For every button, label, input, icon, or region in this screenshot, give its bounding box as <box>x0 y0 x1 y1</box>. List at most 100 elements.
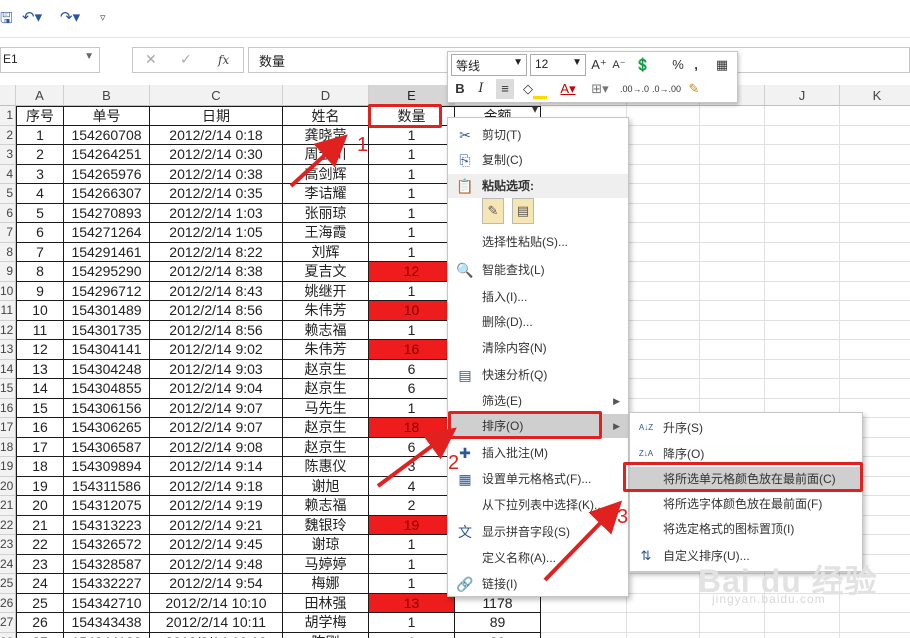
context-menu-item[interactable]: ✚ 插入批注(M) <box>448 441 628 465</box>
empty-cell[interactable] <box>765 320 840 340</box>
table-cell[interactable]: 18 <box>16 457 64 477</box>
table-cell[interactable]: 27 <box>16 632 64 638</box>
context-menu-item[interactable]: 🔗 链接(I) <box>448 572 628 596</box>
table-cell[interactable]: 胡学梅 <box>283 613 369 633</box>
context-menu-item[interactable]: 筛选(E) ▶ <box>448 389 628 413</box>
table-cell[interactable]: 1 <box>369 398 455 418</box>
paste-values-icon[interactable]: ▤ <box>512 198 534 224</box>
empty-cell[interactable] <box>840 106 910 126</box>
table-cell[interactable]: 154304248 <box>64 359 150 379</box>
table-cell[interactable]: 1 <box>369 203 455 223</box>
row-header[interactable]: 7 <box>0 223 16 243</box>
empty-cell[interactable] <box>840 340 910 360</box>
table-cell[interactable]: 1 <box>369 320 455 340</box>
table-cell[interactable]: 154343438 <box>64 613 150 633</box>
row-header[interactable]: 27 <box>0 613 16 633</box>
empty-cell[interactable] <box>700 320 765 340</box>
comma-button[interactable]: , <box>690 55 702 75</box>
row-header[interactable]: 3 <box>0 145 16 165</box>
empty-cell[interactable] <box>627 574 700 594</box>
table-cell[interactable]: 2012/2/14 9:04 <box>150 379 283 399</box>
table-cell[interactable]: 154309894 <box>64 457 150 477</box>
table-cell[interactable]: 15 <box>16 398 64 418</box>
table-cell[interactable]: 陈刚 <box>283 632 369 638</box>
table-cell[interactable]: 2012/2/14 9:19 <box>150 496 283 516</box>
table-cell[interactable]: 154270893 <box>64 203 150 223</box>
table-cell[interactable]: 张丽琼 <box>283 203 369 223</box>
empty-cell[interactable] <box>627 281 700 301</box>
table-cell[interactable]: 2012/2/14 8:56 <box>150 301 283 321</box>
table-cell[interactable]: 13 <box>369 593 455 613</box>
table-cell[interactable]: 8 <box>16 262 64 282</box>
table-cell[interactable]: 26 <box>16 613 64 633</box>
table-cell[interactable]: 19 <box>16 476 64 496</box>
context-menu-item[interactable]: 定义名称(A)... <box>448 546 628 570</box>
empty-cell[interactable] <box>765 203 840 223</box>
table-cell[interactable]: 1 <box>369 242 455 262</box>
name-box[interactable]: E1 ▼ <box>0 47 100 73</box>
table-cell[interactable]: 89 <box>455 632 541 638</box>
redo-icon[interactable]: ↷▾ <box>60 8 80 26</box>
empty-cell[interactable] <box>840 243 910 262</box>
format-painter-icon[interactable]: ▦ <box>712 55 732 75</box>
context-menu-item[interactable]: ▦ 设置单元格格式(F)... <box>448 467 628 491</box>
empty-cell[interactable] <box>700 359 765 379</box>
sort-submenu-item[interactable]: 将所选字体颜色放在最前面(F) <box>630 492 862 516</box>
column-header-A[interactable]: A <box>16 85 64 106</box>
table-cell[interactable]: 1 <box>369 632 455 638</box>
context-menu-item[interactable]: 文显示拼音字段(S) <box>448 520 628 544</box>
clear-icon[interactable]: ✎ <box>684 79 704 99</box>
empty-cell[interactable] <box>765 632 840 638</box>
empty-cell[interactable] <box>700 281 765 301</box>
empty-cell[interactable] <box>541 613 627 633</box>
table-cell[interactable]: 2012/2/14 8:38 <box>150 262 283 282</box>
table-cell[interactable]: 154265976 <box>64 164 150 184</box>
empty-cell[interactable] <box>700 125 765 145</box>
empty-cell[interactable] <box>700 145 765 165</box>
context-menu-item[interactable]: 🔍 智能查找(L) <box>448 258 628 282</box>
table-cell[interactable]: 16 <box>369 340 455 360</box>
context-menu-item[interactable]: ⎘ 复制(C) <box>448 148 628 172</box>
table-cell[interactable]: 154328587 <box>64 554 150 574</box>
empty-cell[interactable] <box>840 145 910 165</box>
table-cell[interactable]: 2012/2/14 1:03 <box>150 203 283 223</box>
context-menu-item[interactable]: 删除(D)... <box>448 310 628 334</box>
table-cell[interactable]: 夏吉文 <box>283 262 369 282</box>
empty-cell[interactable] <box>700 106 765 126</box>
table-cell[interactable]: 2012/2/14 10:12 <box>150 632 283 638</box>
table-cell[interactable]: 谢琼 <box>283 535 369 555</box>
table-cell[interactable]: 154313223 <box>64 515 150 535</box>
table-cell[interactable]: 2 <box>16 145 64 165</box>
table-cell[interactable]: 1 <box>369 223 455 243</box>
empty-cell[interactable] <box>840 165 910 184</box>
table-cell[interactable]: 赖志福 <box>283 496 369 516</box>
table-cell[interactable]: 154301735 <box>64 320 150 340</box>
table-cell[interactable]: 2012/2/14 9:48 <box>150 554 283 574</box>
row-header[interactable]: 18 <box>0 437 16 457</box>
percent-button[interactable]: % <box>670 55 686 75</box>
row-header[interactable]: 9 <box>0 262 16 282</box>
table-cell[interactable]: 马婷婷 <box>283 554 369 574</box>
row-header[interactable]: 20 <box>0 476 16 496</box>
paste-formatting-icon[interactable]: ✎ <box>482 198 504 224</box>
align-button[interactable]: ≡ <box>496 79 514 99</box>
table-cell[interactable]: 2012/2/14 9:07 <box>150 398 283 418</box>
table-cell[interactable]: 12 <box>16 340 64 360</box>
table-cell[interactable]: 154301489 <box>64 301 150 321</box>
table-cell[interactable]: 6 <box>369 359 455 379</box>
increase-decimal-button[interactable]: .00→.0 <box>620 79 649 99</box>
table-cell[interactable]: 154295290 <box>64 262 150 282</box>
table-cell[interactable]: 谢旭 <box>283 476 369 496</box>
row-header[interactable]: 5 <box>0 184 16 204</box>
insert-function-icon[interactable]: fx <box>218 53 229 67</box>
empty-cell[interactable] <box>840 301 910 321</box>
table-cell[interactable]: 154306587 <box>64 437 150 457</box>
empty-cell[interactable] <box>700 242 765 262</box>
empty-cell[interactable] <box>765 379 840 399</box>
table-cell[interactable]: 3 <box>16 164 64 184</box>
sort-submenu-item[interactable]: 将选定格式的图标置顶(I) <box>630 517 862 541</box>
borders-icon[interactable]: ⊞▾ <box>588 79 612 99</box>
table-cell[interactable]: 89 <box>455 613 541 633</box>
empty-cell[interactable] <box>840 633 910 638</box>
table-cell[interactable]: 2012/2/14 9:14 <box>150 457 283 477</box>
